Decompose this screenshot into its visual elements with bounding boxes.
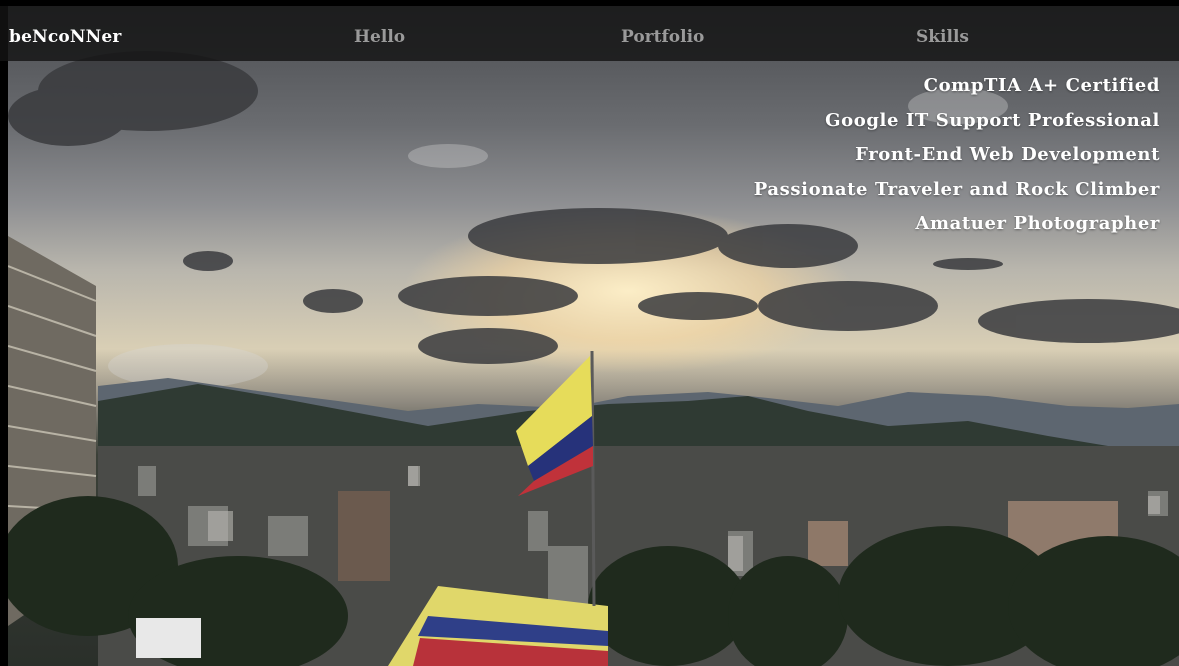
skill-item: Amatuer Photographer bbox=[915, 213, 1160, 234]
nav-link-skills[interactable]: Skills bbox=[916, 27, 969, 47]
skill-item: Google IT Support Professional bbox=[825, 109, 1160, 131]
brand-logo[interactable]: beNcoNNer bbox=[9, 27, 122, 47]
nav-link-hello[interactable]: Hello bbox=[354, 27, 405, 47]
skill-item: CompTIA A+ Certified bbox=[923, 75, 1160, 96]
skill-item: Passionate Traveler and Rock Climber bbox=[753, 178, 1160, 200]
skills-list: CompTIA A+ Certified Google IT Support P… bbox=[754, 74, 1160, 247]
page-frame-left bbox=[0, 0, 8, 666]
skill-item: Front-End Web Development bbox=[855, 144, 1160, 165]
nav-link-portfolio[interactable]: Portfolio bbox=[621, 27, 704, 47]
top-navbar: beNcoNNer Hello Portfolio Skills bbox=[0, 6, 1179, 61]
